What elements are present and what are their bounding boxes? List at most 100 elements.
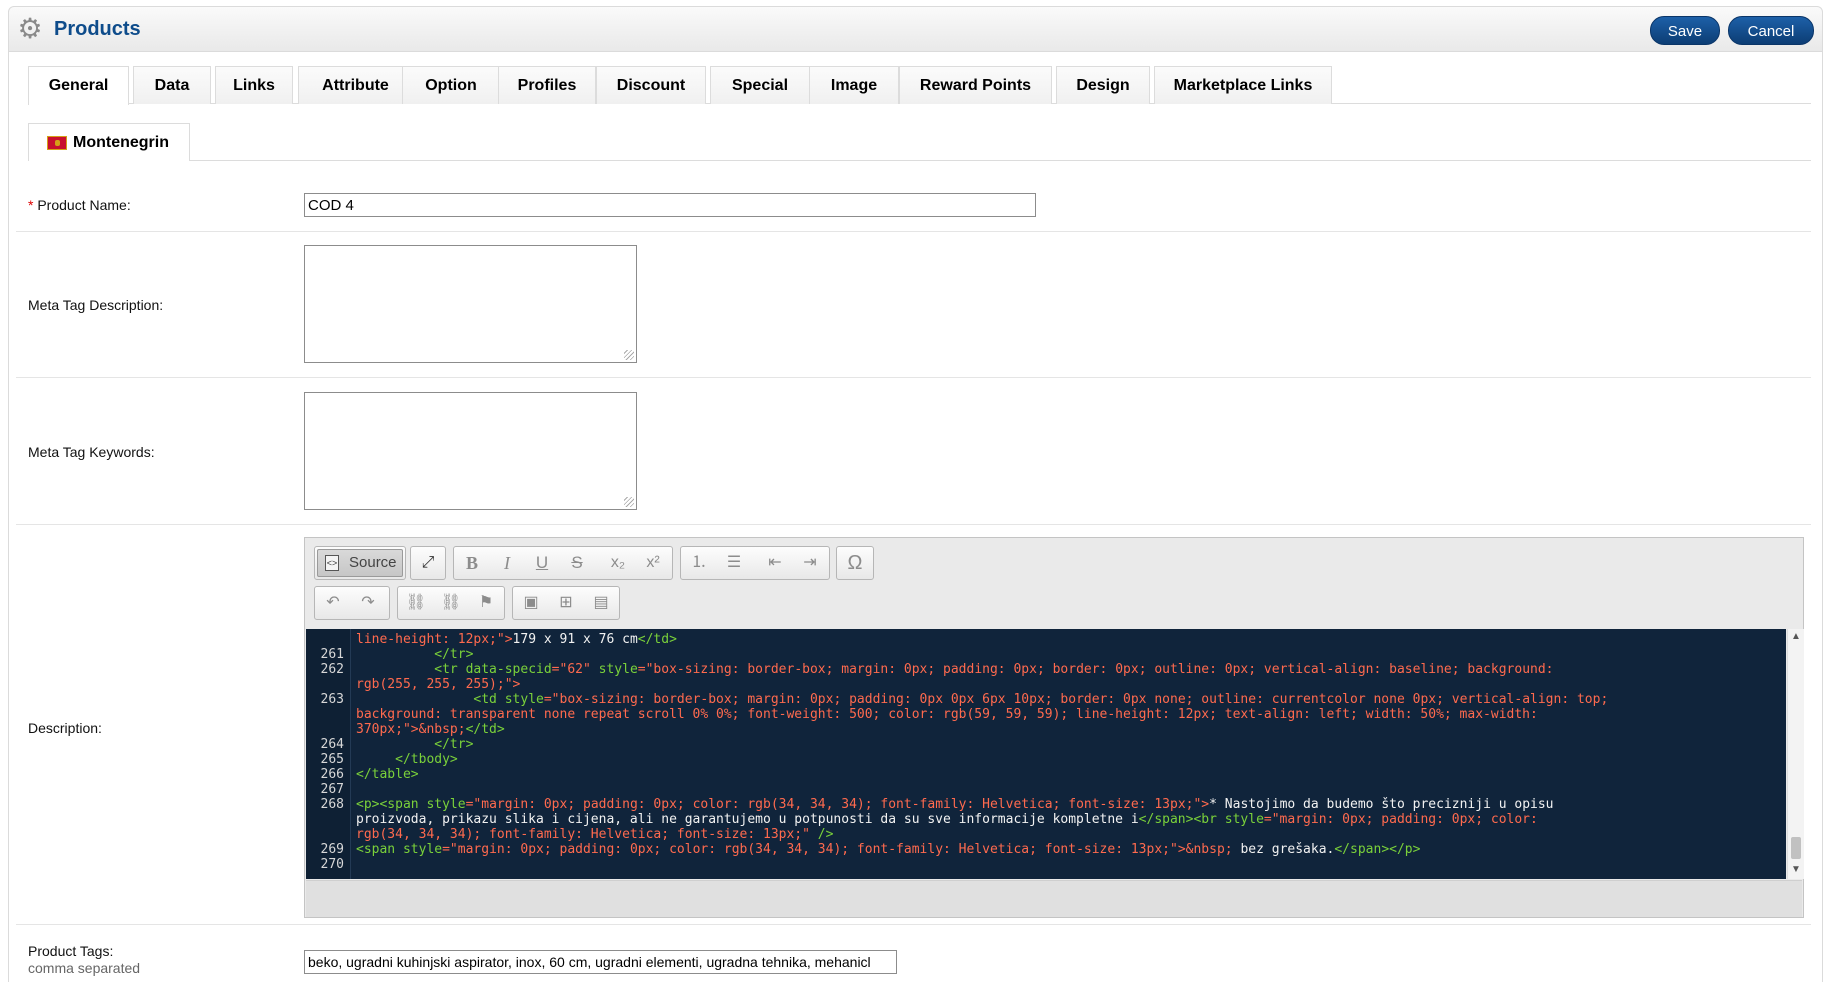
- code-line: </tr>: [356, 737, 473, 752]
- scrollbar-thumb[interactable]: [1791, 837, 1801, 859]
- code-token: ="margin: 0px; padding: 0px; color: rgb(…: [465, 797, 1210, 812]
- special-character-icon[interactable]: Ω: [841, 551, 869, 575]
- toolbar-group-links: ⛓ ⛓ ⚑: [397, 586, 505, 620]
- bold-icon[interactable]: B: [458, 551, 486, 575]
- scroll-down-icon[interactable]: ▼: [1788, 862, 1804, 878]
- language-label: Montenegrin: [73, 134, 169, 151]
- horizontal-line-icon[interactable]: ▤: [587, 591, 615, 615]
- editor-bottom-bar: [306, 880, 1802, 917]
- line-number: 265: [320, 752, 344, 767]
- meta-keywords-textarea[interactable]: [304, 392, 637, 510]
- code-line: <tr data-specid="62" style="box-sizing: …: [356, 662, 1553, 677]
- code-line: </tbody>: [356, 752, 458, 767]
- code-token: </td>: [465, 722, 505, 737]
- product-name-label: * Product Name:: [28, 197, 131, 213]
- required-marker: *: [28, 197, 34, 213]
- line-number: 262: [320, 662, 344, 677]
- link-icon[interactable]: ⛓: [402, 591, 430, 615]
- code-token: style: [504, 692, 544, 707]
- save-button[interactable]: Save: [1650, 16, 1720, 45]
- tab-profiles[interactable]: Profiles: [498, 66, 596, 104]
- decrease-indent-icon[interactable]: ⇤: [761, 551, 789, 575]
- meta-description-label: Meta Tag Description:: [28, 297, 164, 313]
- code-scrollbar[interactable]: ▲ ▼: [1787, 629, 1804, 879]
- undo-icon[interactable]: ↶: [319, 591, 347, 615]
- code-token: </tr>: [356, 647, 474, 662]
- row-divider: [16, 231, 1811, 232]
- code-token: </span></p>: [1334, 842, 1421, 857]
- toolbar-group-document: <> Source: [314, 546, 406, 580]
- tab-special[interactable]: Special: [710, 66, 810, 104]
- meta-description-textarea[interactable]: [304, 245, 637, 363]
- tab-image[interactable]: Image: [809, 66, 899, 104]
- subscript-icon[interactable]: x₂: [604, 551, 632, 575]
- anchor-flag-icon[interactable]: ⚑: [472, 591, 500, 615]
- table-icon[interactable]: ⊞: [552, 591, 580, 615]
- product-tags-label: Product Tags:: [28, 943, 114, 959]
- code-line: <span style="margin: 0px; padding: 0px; …: [356, 842, 1420, 857]
- code-token: ="box-sizing: border-box; margin: 0px; p…: [543, 692, 1609, 707]
- code-token: />: [817, 827, 834, 842]
- line-number: 267: [320, 782, 344, 797]
- strikethrough-icon[interactable]: S: [563, 551, 591, 575]
- montenegro-flag-icon: [47, 136, 67, 150]
- resize-grip-icon[interactable]: [624, 350, 634, 360]
- superscript-icon[interactable]: x²: [639, 551, 667, 575]
- resize-grip-icon[interactable]: [624, 497, 634, 507]
- product-tags-input[interactable]: [304, 950, 897, 974]
- tab-language-montenegrin[interactable]: Montenegrin: [28, 123, 190, 161]
- source-button[interactable]: <> Source: [317, 549, 403, 577]
- line-number: 270: [320, 857, 344, 872]
- scroll-up-icon[interactable]: ▲: [1788, 629, 1804, 645]
- cancel-button[interactable]: Cancel: [1728, 16, 1814, 45]
- code-token: style: [402, 842, 443, 857]
- unlink-icon[interactable]: ⛓: [437, 591, 465, 615]
- italic-icon[interactable]: I: [493, 551, 521, 575]
- tab-data[interactable]: Data: [133, 66, 211, 104]
- code-token: ="margin: 0px; padding: 0px; color:: [1263, 812, 1538, 827]
- code-token: </tr>: [356, 737, 474, 752]
- increase-indent-icon[interactable]: ⇥: [796, 551, 824, 575]
- code-line: rgb(255, 255, 255);">: [356, 677, 520, 692]
- gear-icon: ⚙: [17, 13, 43, 44]
- code-token: <td: [356, 692, 505, 707]
- tab-links[interactable]: Links: [215, 66, 293, 104]
- tab-option[interactable]: Option: [402, 66, 500, 104]
- code-line: line-height: 12px;">179 x 91 x 76 cm</td…: [356, 632, 677, 647]
- line-number: 269: [320, 842, 344, 857]
- line-number-gutter: 261 262 263 264 265 266 267 268 269 270: [306, 629, 351, 879]
- code-line: </table>: [356, 767, 419, 782]
- code-line: <td style="box-sizing: border-box; margi…: [356, 692, 1608, 707]
- source-code-area[interactable]: 261 262 263 264 265 266 267 268 269 270 line-heig…: [306, 629, 1786, 879]
- maximize-icon[interactable]: ⤢: [414, 551, 442, 575]
- code-token: style: [426, 797, 466, 812]
- tab-attribute[interactable]: Attribute: [298, 66, 413, 104]
- redo-icon[interactable]: ↷: [354, 591, 382, 615]
- code-token: <tr: [356, 662, 466, 677]
- code-token: * Nastojimo da budemo što precizniji u o…: [1209, 797, 1554, 812]
- code-token: proizvoda, prikazu slika i cijena, ali n…: [356, 812, 1139, 827]
- product-name-input[interactable]: [304, 193, 1036, 217]
- code-token: ="margin: 0px; padding: 0px; color: rgb(…: [442, 842, 1241, 857]
- numbered-list-icon[interactable]: ⒈: [685, 551, 713, 575]
- line-number: 268: [320, 797, 344, 812]
- code-line: 370px;">&nbsp;</td>: [356, 722, 505, 737]
- code-token: rgb(255, 255, 255);">: [356, 677, 521, 692]
- code-token: background: transparent none repeat scro…: [356, 707, 1538, 722]
- underline-icon[interactable]: U: [528, 551, 556, 575]
- tab-discount[interactable]: Discount: [596, 66, 706, 104]
- product-tags-hint: comma separated: [28, 960, 141, 976]
- line-number: 266: [320, 767, 344, 782]
- tab-marketplace-links[interactable]: Marketplace Links: [1154, 66, 1332, 104]
- tab-general[interactable]: General: [28, 66, 129, 105]
- image-icon[interactable]: ▣: [517, 591, 545, 615]
- tab-design[interactable]: Design: [1056, 66, 1150, 104]
- code-token: rgb(34, 34, 34); font-family: Helvetica;…: [356, 827, 818, 842]
- bulleted-list-icon[interactable]: ☰: [720, 551, 748, 575]
- meta-keywords-label: Meta Tag Keywords:: [28, 444, 155, 460]
- code-token: line-height: 12px;">: [356, 632, 513, 647]
- code-token: bez grešaka.: [1240, 842, 1335, 857]
- page-heading: ⚙ Products Save Cancel: [8, 6, 1823, 52]
- tab-reward-points[interactable]: Reward Points: [899, 66, 1052, 104]
- page-title: Products: [54, 18, 141, 40]
